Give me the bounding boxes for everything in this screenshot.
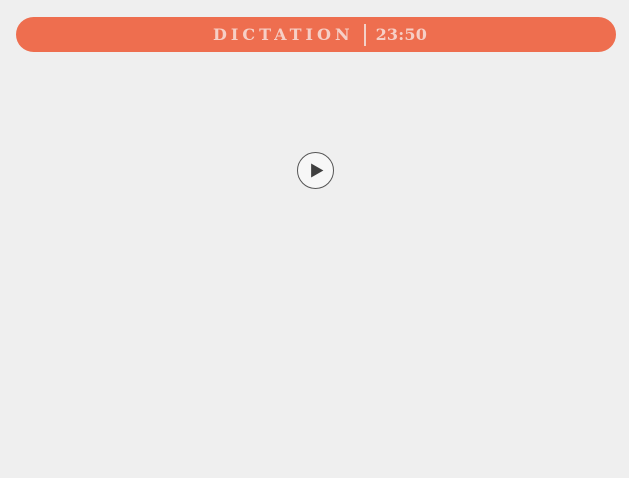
- play-button[interactable]: [297, 152, 334, 189]
- page-title: DICTATION: [212, 24, 354, 44]
- title-divider: [363, 23, 366, 46]
- play-icon: [311, 163, 324, 178]
- header-content: DICTATION 23:50: [205, 23, 428, 46]
- header-bar: DICTATION 23:50: [16, 17, 616, 52]
- time-display: 23:50: [375, 24, 428, 44]
